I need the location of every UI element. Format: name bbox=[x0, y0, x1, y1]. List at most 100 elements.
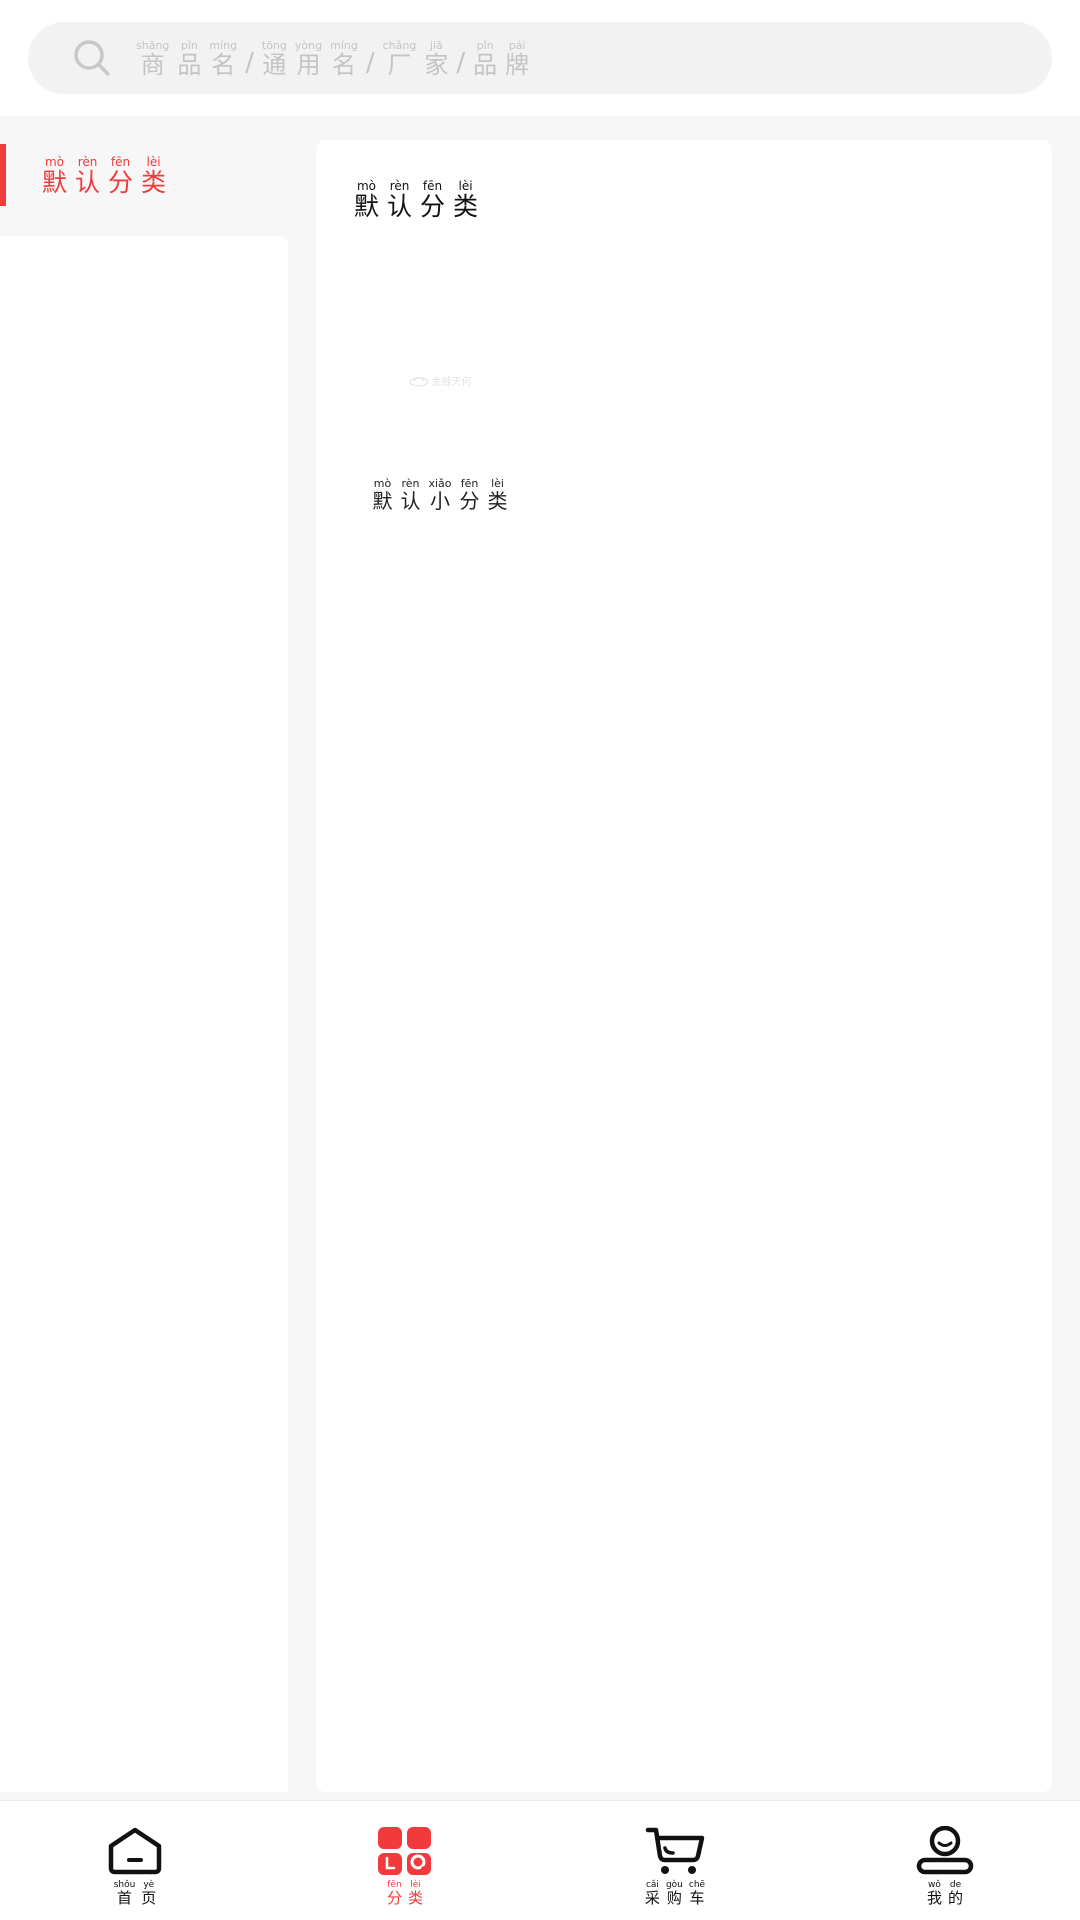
pinyin-annotation: fēn bbox=[110, 154, 131, 169]
hanzi-character: 分 bbox=[420, 192, 446, 221]
hanzi-character: 小 bbox=[429, 489, 450, 513]
tab-label: cǎi 采 gòu 购 chē 车 bbox=[642, 1881, 708, 1906]
ruby-character: jiā 家 bbox=[424, 40, 448, 77]
hanzi-character: 名 bbox=[211, 50, 236, 79]
ruby-character: rèn 认 bbox=[75, 156, 100, 195]
logo-text: 金蛙天何 bbox=[431, 376, 472, 388]
ruby-character: gòu 购 bbox=[666, 1881, 683, 1906]
search-placeholder: shāng 商 pǐn 品 míng 名 / tōng 通 yòng 用 míng 名 / chǎng 厂 ji… bbox=[132, 40, 533, 77]
ruby-character: cǎi 采 bbox=[645, 1881, 660, 1906]
ruby-character: fēn 分 bbox=[420, 180, 445, 219]
hanzi-character: 首 bbox=[116, 1889, 132, 1907]
hanzi-character: 品 bbox=[177, 50, 202, 79]
ruby-character: pǐn 品 bbox=[177, 40, 201, 77]
logo-placeholder-icon: 金蛙天何 bbox=[408, 373, 472, 388]
content-card: mò 默 rèn 认 fēn 分 lèi 类 金蛙天何 mò 默 rèn 认 xiǎo 小 fēn 分 lèi… bbox=[316, 140, 1052, 1792]
hanzi-character: 通 bbox=[262, 50, 287, 79]
pinyin-annotation: fēn bbox=[460, 477, 479, 490]
hanzi-character: 认 bbox=[75, 167, 101, 197]
pinyin-annotation: míng bbox=[330, 38, 358, 52]
pinyin-annotation: chǎng bbox=[382, 38, 417, 52]
hanzi-character: 类 bbox=[141, 167, 167, 197]
pinyin-annotation: jiā bbox=[429, 38, 443, 52]
ruby-character: yòng 用 bbox=[295, 40, 322, 77]
hanzi-character: 车 bbox=[689, 1889, 705, 1907]
bottom-tab-bar: shǒu 首 yè 页 fēn 分 lèi 类 cǎi 采 gòu 购 chē … bbox=[0, 1800, 1080, 1920]
sub-category-image: 金蛙天何 bbox=[350, 300, 530, 460]
pinyin-annotation: mò bbox=[356, 179, 377, 193]
cart-icon bbox=[645, 1825, 705, 1877]
ruby-character: yè 页 bbox=[141, 1881, 156, 1906]
ruby-character: míng 名 bbox=[209, 40, 237, 77]
tab-profile[interactable]: wǒ 我 de 的 bbox=[810, 1801, 1080, 1920]
search-input[interactable]: shāng 商 pǐn 品 míng 名 / tōng 通 yòng 用 míng 名 / chǎng 厂 ji… bbox=[28, 22, 1052, 94]
ruby-character: xiǎo 小 bbox=[428, 478, 451, 511]
ruby-character: chǎng 厂 bbox=[383, 40, 417, 77]
pinyin-annotation: rèn bbox=[401, 477, 420, 490]
ruby-character: lèi 类 bbox=[453, 180, 478, 219]
category-page: shāng 商 pǐn 品 míng 名 / tōng 通 yòng 用 míng 名 / chǎng 厂 ji… bbox=[0, 0, 1080, 1920]
pinyin-annotation: lèi bbox=[491, 477, 504, 490]
ruby-character: lèi 类 bbox=[408, 1881, 423, 1906]
ruby-character: fēn 分 bbox=[108, 156, 133, 195]
ruby-character: lèi 类 bbox=[141, 156, 166, 195]
pinyin-annotation: yòng bbox=[294, 38, 323, 52]
tab-label: shǒu 首 yè 页 bbox=[111, 1881, 160, 1906]
separator-slash: / bbox=[456, 47, 466, 78]
ruby-character: rèn 认 bbox=[387, 180, 412, 219]
hanzi-character: 页 bbox=[141, 1889, 157, 1907]
hanzi-character: 的 bbox=[948, 1889, 964, 1907]
ruby-character: de 的 bbox=[948, 1881, 963, 1906]
pinyin-annotation: pǐn bbox=[180, 38, 198, 52]
ruby-character: mò 默 bbox=[354, 180, 379, 219]
pinyin-annotation: xiǎo bbox=[428, 477, 452, 490]
tab-cart[interactable]: cǎi 采 gòu 购 chē 车 bbox=[540, 1801, 810, 1920]
pinyin-annotation: mò bbox=[44, 154, 65, 169]
pinyin-annotation: fēn bbox=[422, 179, 443, 193]
sub-category-label: mò 默 rèn 认 xiǎo 小 fēn 分 lèi 类 bbox=[350, 478, 530, 511]
tab-label: fēn 分 lèi 类 bbox=[384, 1881, 426, 1906]
hanzi-character: 分 bbox=[459, 489, 480, 513]
ruby-character: pǐn 品 bbox=[473, 40, 497, 77]
hanzi-character: 默 bbox=[354, 192, 380, 221]
hanzi-character: 用 bbox=[296, 50, 321, 79]
profile-icon bbox=[915, 1825, 975, 1877]
ruby-character: shǒu 首 bbox=[114, 1881, 136, 1906]
search-icon[interactable] bbox=[70, 36, 114, 80]
hanzi-character: 认 bbox=[400, 489, 421, 513]
hanzi-character: 默 bbox=[372, 489, 393, 513]
ruby-character: mò 默 bbox=[372, 478, 392, 511]
hanzi-character: 类 bbox=[487, 489, 508, 513]
pinyin-annotation: pǐn bbox=[476, 38, 494, 52]
hanzi-character: 牌 bbox=[505, 50, 530, 79]
hanzi-character: 厂 bbox=[387, 50, 412, 79]
category-sidebar: mò 默 rèn 认 fēn 分 lèi 类 bbox=[0, 116, 288, 1792]
header: shāng 商 pǐn 品 míng 名 / tōng 通 yòng 用 míng 名 / chǎng 厂 ji… bbox=[0, 0, 1080, 116]
hanzi-character: 家 bbox=[424, 50, 449, 79]
ruby-character: tōng 通 bbox=[262, 40, 287, 77]
ruby-character: fēn 分 bbox=[460, 478, 480, 511]
separator-slash: / bbox=[365, 47, 375, 78]
ruby-character: pái 牌 bbox=[505, 40, 529, 77]
separator-slash: / bbox=[245, 47, 254, 78]
sub-category-item[interactable]: 金蛙天何 mò 默 rèn 认 xiǎo 小 fēn 分 lèi 类 bbox=[350, 300, 530, 512]
tab-home[interactable]: shǒu 首 yè 页 bbox=[0, 1801, 270, 1920]
tab-category[interactable]: fēn 分 lèi 类 bbox=[270, 1801, 540, 1920]
ruby-character: rèn 认 bbox=[400, 478, 420, 511]
ruby-character: lèi 类 bbox=[488, 478, 508, 511]
ruby-character: fēn 分 bbox=[387, 1881, 402, 1906]
hanzi-character: 采 bbox=[644, 1889, 660, 1907]
pinyin-annotation: pái bbox=[508, 38, 526, 52]
hanzi-character: 我 bbox=[926, 1889, 942, 1907]
hanzi-character: 名 bbox=[331, 50, 356, 79]
home-icon bbox=[105, 1825, 165, 1877]
category-icon bbox=[375, 1825, 435, 1877]
ruby-character: shāng 商 bbox=[136, 40, 169, 77]
ruby-character: mò 默 bbox=[42, 156, 67, 195]
pinyin-annotation: lèi bbox=[146, 154, 161, 169]
pinyin-annotation: míng bbox=[209, 38, 238, 52]
sidebar-panel bbox=[0, 236, 288, 1792]
sidebar-item-default-category[interactable]: mò 默 rèn 认 fēn 分 lèi 类 bbox=[0, 144, 288, 206]
ruby-character: wǒ 我 bbox=[927, 1881, 942, 1906]
pinyin-annotation: mò bbox=[373, 477, 392, 490]
